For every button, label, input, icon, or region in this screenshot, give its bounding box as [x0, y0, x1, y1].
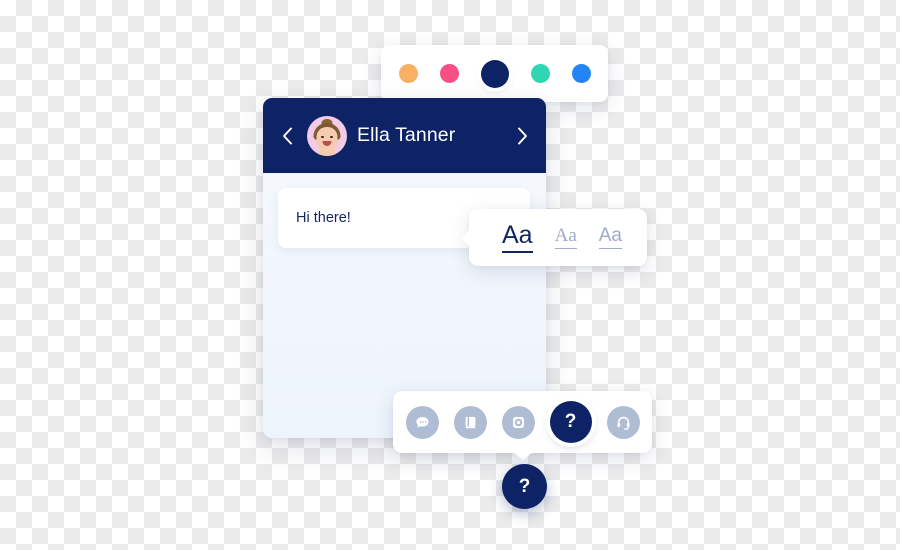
target-icon[interactable] [501, 405, 535, 439]
contact-name: Ella Tanner [357, 124, 456, 146]
question-icon-label: ? [564, 411, 577, 432]
next-arrow-icon[interactable] [512, 123, 532, 149]
book-icon[interactable] [453, 405, 487, 439]
color-swatch-orange[interactable] [398, 64, 418, 83]
launcher-button[interactable]: ? [502, 464, 547, 509]
previous-arrow-icon[interactable] [277, 123, 297, 149]
color-swatch-blue[interactable] [571, 64, 591, 83]
avatar [307, 115, 347, 156]
messages-icon[interactable] [405, 405, 439, 439]
messenger-card: Ella Tanner Hi there! [263, 98, 546, 438]
color-palette-popup [381, 45, 608, 102]
color-swatch-navy-selected[interactable] [480, 59, 509, 88]
canvas-backdrop: Ella Tanner Hi there! Aa Aa Aa ? ? [0, 0, 900, 550]
launcher-label: ? [518, 475, 531, 497]
font-picker-popup: Aa Aa Aa [469, 209, 647, 266]
icon-toolbar: ? [393, 391, 652, 453]
font-option-sans-light[interactable]: Aa [598, 226, 622, 249]
message-text: Hi there! [296, 209, 351, 226]
font-option-sans-selected[interactable]: Aa [502, 222, 533, 253]
messenger-header: Ella Tanner [263, 98, 546, 173]
color-swatch-turquoise[interactable] [530, 64, 550, 83]
headset-icon[interactable] [606, 405, 640, 439]
question-icon[interactable]: ? [549, 401, 592, 443]
color-swatch-pink[interactable] [439, 64, 459, 83]
font-option-serif[interactable]: Aa [554, 226, 577, 249]
